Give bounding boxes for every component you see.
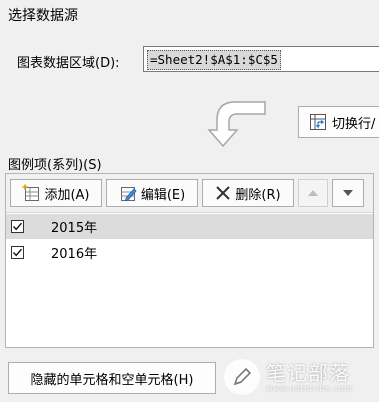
watermark-brand: 笔记部落 [266, 360, 350, 385]
switch-arrow-icon [207, 101, 266, 148]
watermark: 笔记部落 www.notetribe.com [224, 354, 379, 400]
switch-row-column-icon [310, 114, 326, 130]
delete-icon [216, 186, 231, 200]
checkmark-icon [12, 222, 23, 231]
delete-series-button[interactable]: 删除(R) [202, 179, 294, 207]
legend-item-label: 2016年 [51, 247, 98, 262]
move-up-button[interactable] [298, 179, 328, 207]
legend-item[interactable]: 2015年 [6, 214, 373, 239]
switch-row-column-button[interactable]: 切换行/ [298, 106, 379, 138]
delete-series-label: 删除(R) [235, 187, 281, 203]
checkmark-icon [12, 248, 23, 257]
legend-section-label: 图例项(系列)(S) [8, 158, 102, 173]
add-icon [22, 184, 40, 201]
arrow-down-icon [343, 190, 353, 196]
chart-range-label: 图表数据区域(D): [17, 56, 120, 71]
edit-icon [120, 187, 137, 202]
hidden-empty-cells-label: 隐藏的单元格和空单元格(H) [30, 372, 194, 388]
legend-item-checkbox[interactable] [11, 246, 24, 259]
pencil-icon [233, 367, 252, 386]
legend-item-label: 2015年 [51, 221, 98, 236]
chart-range-input[interactable]: =Sheet2!$A$1:$C$5 [143, 46, 379, 72]
watermark-text: 笔记部落 www.notetribe.com [266, 362, 352, 393]
watermark-url: www.notetribe.com [266, 383, 353, 393]
move-down-button[interactable] [332, 179, 364, 207]
hidden-empty-cells-button[interactable]: 隐藏的单元格和空单元格(H) [8, 362, 216, 394]
legend-item-checkbox[interactable] [11, 220, 24, 233]
edit-series-button[interactable]: 编辑(E) [106, 179, 198, 207]
add-series-label: 添加(A) [44, 187, 90, 203]
watermark-logo [224, 359, 260, 395]
legend-entries-panel: 添加(A) 编辑(E) 删除(R) 2015年 2016年 [5, 173, 374, 348]
legend-item[interactable]: 2016年 [6, 240, 373, 265]
legend-toolbar: 添加(A) 编辑(E) 删除(R) [6, 174, 373, 213]
edit-series-label: 编辑(E) [140, 187, 186, 203]
arrow-up-icon [308, 190, 318, 196]
chart-range-value[interactable]: =Sheet2!$A$1:$C$5 [147, 50, 281, 70]
dialog-title: 选择数据源 [8, 8, 78, 24]
switch-row-column-label: 切换行/ [332, 116, 376, 132]
add-series-button[interactable]: 添加(A) [10, 179, 102, 207]
